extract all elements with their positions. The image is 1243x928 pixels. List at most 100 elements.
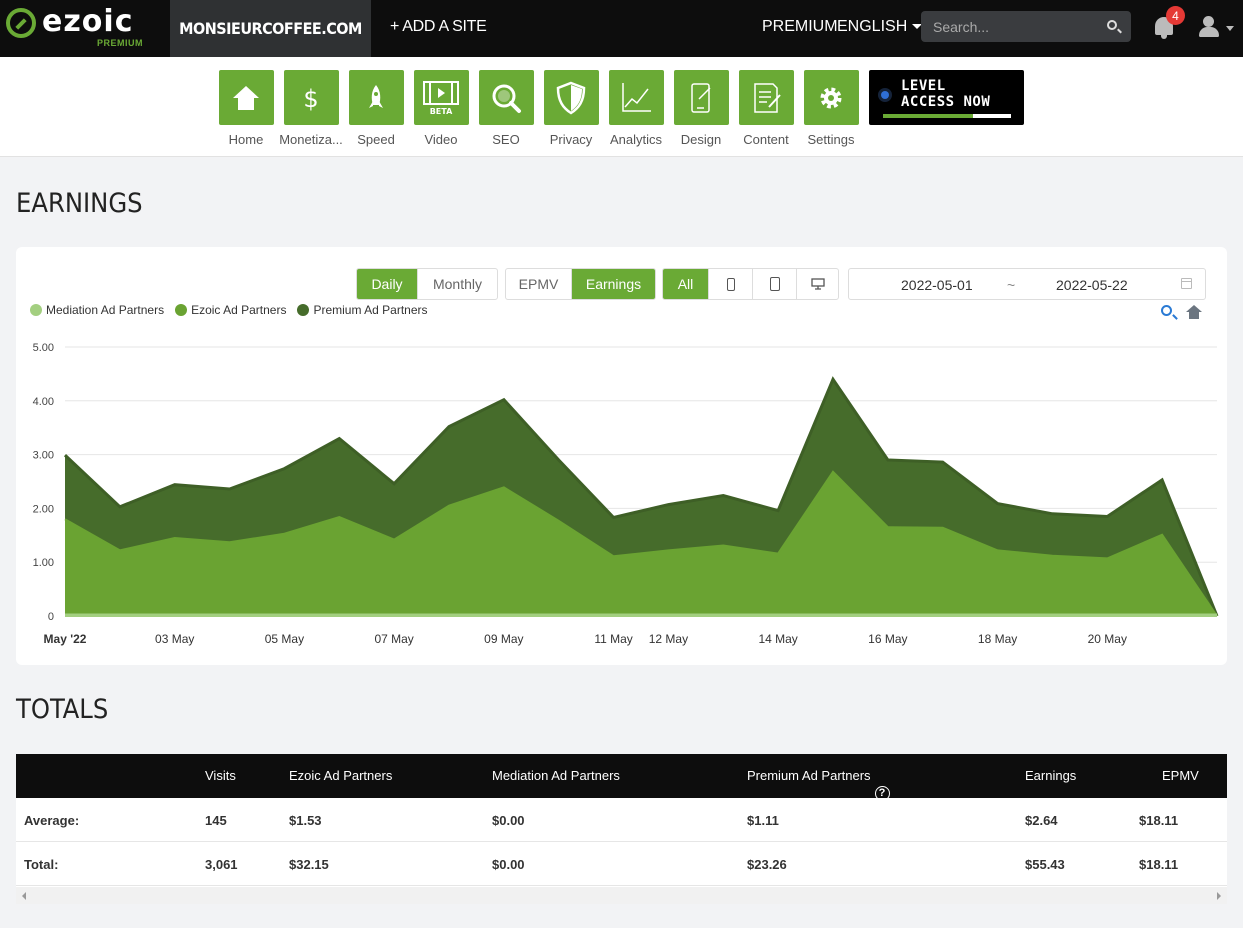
cell-epmv: $18.11 <box>1139 813 1179 828</box>
col-premium-ad-partners[interactable]: Premium Ad Partners? <box>747 768 890 801</box>
col-epmv[interactable]: EPMV <box>1162 768 1199 783</box>
table-row: Average: 145 $1.53 $0.00 $1.11 $2.64 $18… <box>16 798 1227 842</box>
legend-swatch <box>30 304 42 316</box>
menu-label: SEO <box>492 132 520 147</box>
cell-mediation: $0.00 <box>492 813 525 828</box>
row-label: Total: <box>24 857 59 872</box>
totals-table: Visits Ezoic Ad Partners Mediation Ad Pa… <box>16 754 1227 904</box>
menu-item-speed[interactable]: Speed <box>341 70 411 147</box>
top-navbar: ezoic PREMIUM MONSIEURCOFFEE.COM + ADD A… <box>0 0 1243 57</box>
y-tick-label: 3.00 <box>33 450 54 462</box>
cell-earnings: $2.64 <box>1025 813 1058 828</box>
menu-item-seo[interactable]: SEO <box>471 70 541 147</box>
col-ezoic-ad-partners[interactable]: Ezoic Ad Partners <box>289 768 392 783</box>
epmv-button[interactable]: EPMV <box>506 269 571 299</box>
horizontal-scrollbar[interactable] <box>16 887 1227 904</box>
notification-badge: 4 <box>1166 6 1185 25</box>
cell-ezoic: $1.53 <box>289 813 322 828</box>
date-range-picker[interactable]: 2022-05-01 ~ 2022-05-22 <box>848 268 1206 300</box>
date-from: 2022-05-01 <box>901 277 973 293</box>
date-separator: ~ <box>1007 277 1016 293</box>
calendar-icon[interactable] <box>1181 278 1192 289</box>
earnings-title: EARNINGS <box>16 188 143 219</box>
premium-link[interactable]: PREMIUM <box>762 18 838 36</box>
x-tick-label: 03 May <box>155 632 194 646</box>
logo-text: ezoic <box>42 4 134 39</box>
menu-label: Content <box>743 132 789 147</box>
level-progress-bar <box>883 114 1011 118</box>
menu-item-privacy[interactable]: Privacy <box>536 70 606 147</box>
level-access-banner[interactable]: LEVEL ACCESS NOW <box>869 70 1024 125</box>
tablet-icon <box>769 277 780 291</box>
x-tick-label: 09 May <box>484 632 523 646</box>
menu-item-design[interactable]: Design <box>666 70 736 147</box>
legend-item-mediation[interactable]: Mediation Ad Partners <box>30 303 164 317</box>
scroll-left-icon[interactable] <box>22 892 26 900</box>
zoom-icon[interactable] <box>1161 305 1172 316</box>
legend-swatch <box>175 304 188 316</box>
app-menu-bar: Home $ Monetiza... Speed BETA Video SEO … <box>0 57 1243 157</box>
gear-icon <box>820 87 842 108</box>
menu-item-content[interactable]: Content <box>731 70 801 147</box>
menu-label: Home <box>228 132 264 147</box>
y-tick-label: 1.00 <box>33 557 54 569</box>
period-toggle: Daily Monthly <box>356 268 498 300</box>
site-selector[interactable]: MONSIEURCOFFEE.COM <box>170 0 371 57</box>
mobile-icon <box>726 277 735 291</box>
legend-label: Mediation Ad Partners <box>46 303 165 317</box>
user-avatar-icon[interactable] <box>1198 14 1220 38</box>
menu-item-monetization[interactable]: $ Monetiza... <box>276 70 346 147</box>
col-visits[interactable]: Visits <box>205 768 236 783</box>
menu-label: Privacy <box>549 132 593 147</box>
search-icon[interactable] <box>1107 20 1117 30</box>
all-devices-button[interactable]: All <box>663 269 708 299</box>
menu-item-home[interactable]: Home <box>211 70 281 147</box>
search-box <box>921 11 1131 42</box>
earnings-button[interactable]: Earnings <box>571 269 655 299</box>
table-row: Total: 3,061 $32.15 $0.00 $23.26 $55.43 … <box>16 842 1227 886</box>
x-tick-label: 05 May <box>265 632 304 646</box>
row-label: Average: <box>24 813 80 828</box>
legend-label: Ezoic Ad Partners <box>191 303 287 317</box>
cell-earnings: $55.43 <box>1025 857 1065 872</box>
cell-ezoic: $32.15 <box>289 857 329 872</box>
col-earnings[interactable]: Earnings <box>1025 768 1076 783</box>
legend-item-ezoic[interactable]: Ezoic Ad Partners <box>175 303 286 317</box>
menu-item-analytics[interactable]: Analytics <box>601 70 671 147</box>
menu-label: Monetiza... <box>279 132 343 147</box>
menu-item-video[interactable]: BETA Video <box>406 70 476 147</box>
tablet-button[interactable] <box>752 269 796 299</box>
y-tick-label: 4.00 <box>33 396 54 408</box>
x-tick-label: 14 May <box>758 632 797 646</box>
home-icon <box>233 85 259 110</box>
search-input[interactable] <box>921 11 1101 42</box>
y-tick-label: 2.00 <box>33 503 54 515</box>
cell-premium: $23.26 <box>747 857 787 872</box>
col-premium-label: Premium Ad Partners <box>747 768 871 783</box>
ezoic-logo[interactable]: ezoic PREMIUM <box>6 4 156 52</box>
legend-item-premium[interactable]: Premium Ad Partners <box>297 303 428 317</box>
table-header: Visits Ezoic Ad Partners Mediation Ad Pa… <box>16 754 1227 801</box>
date-to: 2022-05-22 <box>1056 277 1128 293</box>
add-site-link[interactable]: + ADD A SITE <box>390 18 487 36</box>
monthly-button[interactable]: Monthly <box>417 269 497 299</box>
col-mediation-ad-partners[interactable]: Mediation Ad Partners <box>492 768 620 783</box>
earnings-chart-card: Daily Monthly EPMV Earnings All 2022-05-… <box>16 247 1227 665</box>
menu-item-settings[interactable]: Settings <box>796 70 866 147</box>
caret-down-icon[interactable] <box>1226 26 1234 31</box>
magnifier-icon <box>492 84 521 113</box>
x-tick-label: 07 May <box>374 632 413 646</box>
menu-label: Speed <box>357 132 395 147</box>
desktop-button[interactable] <box>796 269 838 299</box>
legend-label: Premium Ad Partners <box>313 303 428 317</box>
device-toggle: All <box>662 268 839 300</box>
scroll-right-icon[interactable] <box>1217 892 1221 900</box>
reset-zoom-home-icon[interactable] <box>1186 305 1202 319</box>
desktop-icon <box>810 278 825 290</box>
daily-button[interactable]: Daily <box>357 269 417 299</box>
language-dropdown[interactable]: ENGLISH <box>837 18 923 36</box>
legend-swatch <box>297 304 310 316</box>
mobile-button[interactable] <box>708 269 752 299</box>
language-label: ENGLISH <box>837 18 908 35</box>
video-icon: BETA <box>423 80 459 116</box>
